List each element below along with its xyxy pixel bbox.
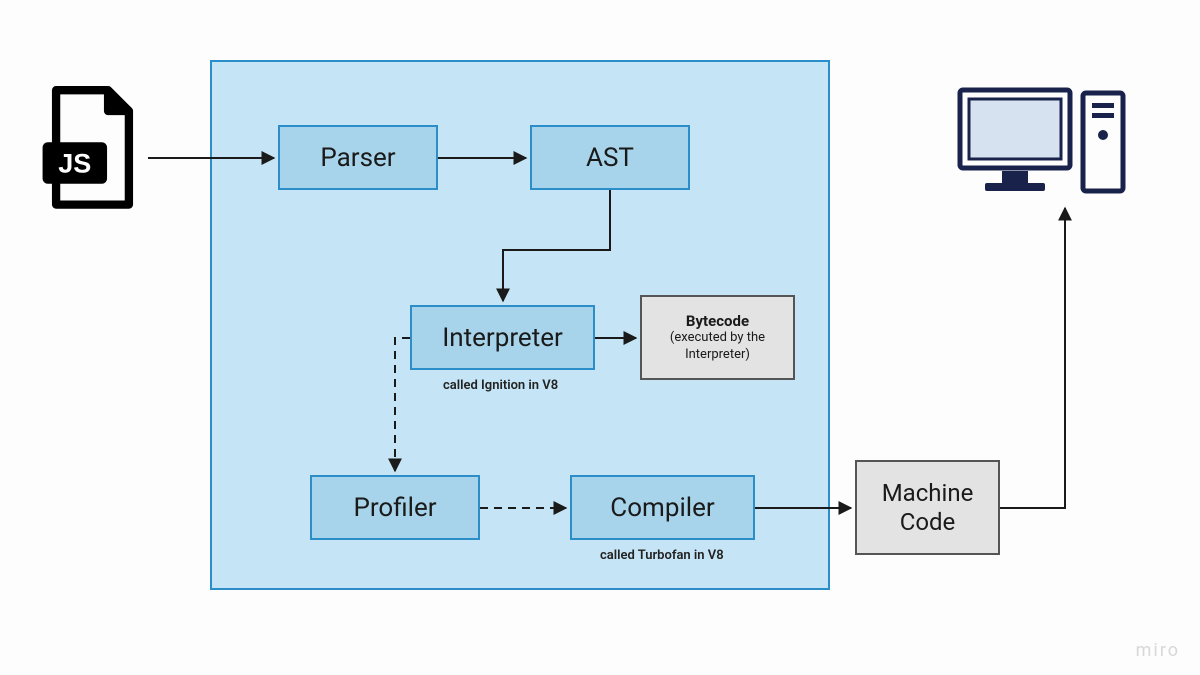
ast-box: AST xyxy=(530,125,690,190)
parser-label: Parser xyxy=(320,143,395,173)
bytecode-title: Bytecode xyxy=(686,312,749,330)
computer-icon xyxy=(955,85,1130,200)
machine-code-box: Machine Code xyxy=(855,460,1000,555)
miro-watermark: miro xyxy=(1136,640,1180,661)
bytecode-box: Bytecode (executed by the Interpreter) xyxy=(640,295,795,380)
js-file-label: JS xyxy=(58,148,91,178)
bytecode-sub: (executed by the Interpreter) xyxy=(648,330,787,364)
interpreter-label: Interpreter xyxy=(442,323,563,353)
profiler-box: Profiler xyxy=(310,475,480,540)
compiler-box: Compiler xyxy=(570,475,755,540)
arrow-machine-to-computer xyxy=(1000,208,1065,508)
compiler-label: Compiler xyxy=(610,493,714,523)
parser-box: Parser xyxy=(278,125,438,190)
compiler-caption: called Turbofan in V8 xyxy=(600,548,724,563)
ast-label: AST xyxy=(586,143,634,173)
js-file-icon: JS xyxy=(40,85,145,215)
interpreter-box: Interpreter xyxy=(410,305,595,370)
profiler-label: Profiler xyxy=(353,493,436,523)
machine-code-label: Machine Code xyxy=(857,479,998,537)
interpreter-caption: called Ignition in V8 xyxy=(443,378,558,393)
